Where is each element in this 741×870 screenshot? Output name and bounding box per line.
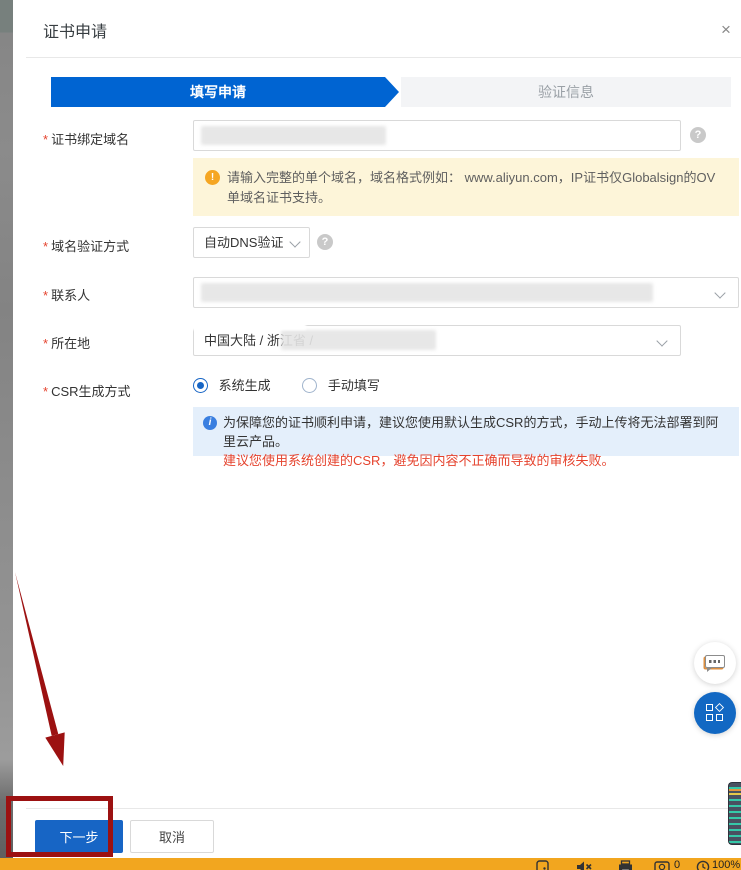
cancel-button[interactable]: 取消: [130, 820, 214, 853]
verify-method-select[interactable]: 自动DNS验证: [193, 227, 310, 258]
app-grid-button[interactable]: [694, 692, 736, 734]
close-icon[interactable]: ×: [714, 18, 738, 42]
csr-notice: i 为保障您的证书顺利申请，建议您使用默认生成CSR的方式，手动上传将无法部署到…: [193, 407, 739, 456]
warning-icon: !: [205, 170, 220, 185]
certificate-apply-modal: 证书申请 × 填写申请 验证信息 *证书绑定域名 ? ! 请输入完整的单个域名，…: [13, 0, 741, 858]
title-divider: [26, 57, 741, 58]
radio-system-generate[interactable]: 系统生成: [193, 378, 274, 393]
annotation-rectangle: [6, 796, 113, 857]
step-inactive-label: 验证信息: [538, 84, 594, 100]
app-grid-icon: [706, 704, 724, 722]
page-backdrop-strip: [0, 0, 13, 858]
modal-title: 证书申请: [43, 18, 107, 42]
radio-unselected-icon: [302, 378, 317, 393]
info-icon: i: [203, 416, 217, 430]
speech-bubble-icon: [705, 655, 725, 668]
required-mark: *: [43, 132, 48, 147]
zoom-level: 100%: [712, 859, 740, 870]
contact-label: *联系人: [43, 285, 90, 304]
region-label: *所在地: [43, 333, 90, 352]
printer-icon[interactable]: [618, 860, 633, 870]
domain-field-label: *证书绑定域名: [43, 129, 129, 148]
step-bar: 填写申请 验证信息: [51, 77, 731, 107]
domain-notice-text: 请输入完整的单个域名，域名格式例如： www.aliyun.com，IP证书仅G…: [227, 170, 715, 205]
contact-value-redacted: [201, 283, 653, 302]
csr-radio-group: 系统生成 手动填写: [193, 375, 408, 394]
domain-value-redacted: [201, 126, 386, 145]
speaker-mute-icon[interactable]: [576, 860, 593, 870]
feedback-chat-button[interactable]: [694, 642, 736, 684]
domain-help-icon[interactable]: ?: [690, 127, 706, 143]
chevron-down-icon: [656, 335, 667, 346]
csr-notice-line2: 建议您使用系统创建的CSR，避免因内容不正确而导致的审核失败。: [223, 451, 727, 470]
verify-method-label: *域名验证方式: [43, 236, 129, 255]
csr-notice-line1: 为保障您的证书顺利申请，建议您使用默认生成CSR的方式，手动上传将无法部署到阿里…: [223, 413, 727, 451]
step-arrow-tip: [385, 77, 399, 107]
chevron-down-icon: [289, 236, 300, 247]
csr-label: *CSR生成方式: [43, 381, 131, 400]
region-value-redacted: [281, 330, 436, 350]
record-count: 0: [674, 859, 680, 870]
step-active-label: 填写申请: [190, 84, 246, 100]
chevron-down-icon: [714, 287, 725, 298]
region-redaction-patch: [178, 313, 306, 330]
step-fill-application[interactable]: 填写申请: [51, 77, 385, 107]
clock-icon[interactable]: [696, 860, 710, 870]
radio-manual-fill[interactable]: 手动填写: [302, 378, 380, 393]
step-verify-info: 验证信息: [401, 77, 731, 107]
camera-icon[interactable]: [654, 860, 670, 870]
footer-divider: [26, 808, 741, 809]
edge-panel-widget[interactable]: [728, 782, 741, 845]
radio-selected-icon: [193, 378, 208, 393]
verify-method-value: 自动DNS验证: [204, 235, 283, 250]
verify-help-icon[interactable]: ?: [317, 234, 333, 250]
panel-icon[interactable]: [536, 860, 549, 870]
domain-notice: ! 请输入完整的单个域名，域名格式例如： www.aliyun.com，IP证书…: [193, 158, 739, 216]
capture-toolbar: 0 100%: [0, 858, 741, 870]
